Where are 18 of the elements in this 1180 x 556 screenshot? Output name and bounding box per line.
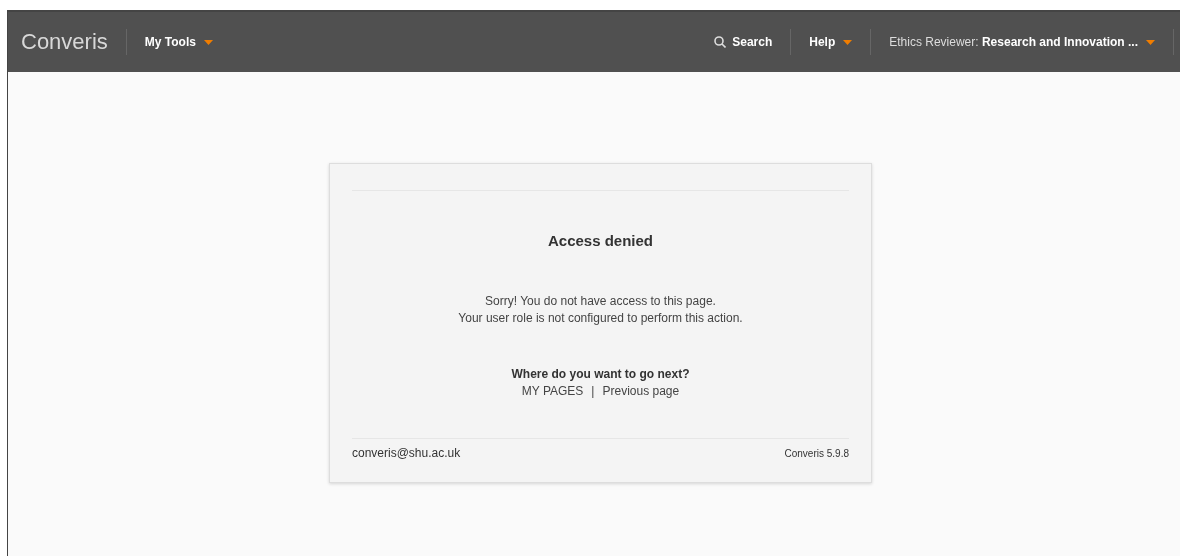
role-menu[interactable]: Ethics Reviewer: Research and Innovation ... xyxy=(871,35,1173,49)
contact-email: converis@shu.ac.uk xyxy=(352,446,461,460)
caret-icon xyxy=(203,39,213,45)
next-heading: Where do you want to go next? xyxy=(510,367,691,381)
search-link[interactable]: Search xyxy=(696,35,791,49)
message-text: Your user role is not configured to perform this action. xyxy=(457,310,744,327)
caret-icon xyxy=(1146,39,1155,45)
caret-icon xyxy=(843,39,853,45)
nav-link[interactable]: MY PAGES xyxy=(521,384,584,398)
message-text: Sorry! You do not have access to this page. xyxy=(484,293,717,310)
page-heading: Access denied xyxy=(546,232,655,249)
help-menu[interactable]: Help xyxy=(791,35,871,49)
tools-menu[interactable]: My Tools xyxy=(126,35,231,49)
nav-link[interactable]: Previous page xyxy=(602,384,680,398)
search-icon xyxy=(714,36,727,48)
logo-text[interactable]: Converis xyxy=(21,29,127,55)
link-separator: | xyxy=(591,384,595,398)
version-text: Converis 5.9.8 xyxy=(784,447,849,459)
